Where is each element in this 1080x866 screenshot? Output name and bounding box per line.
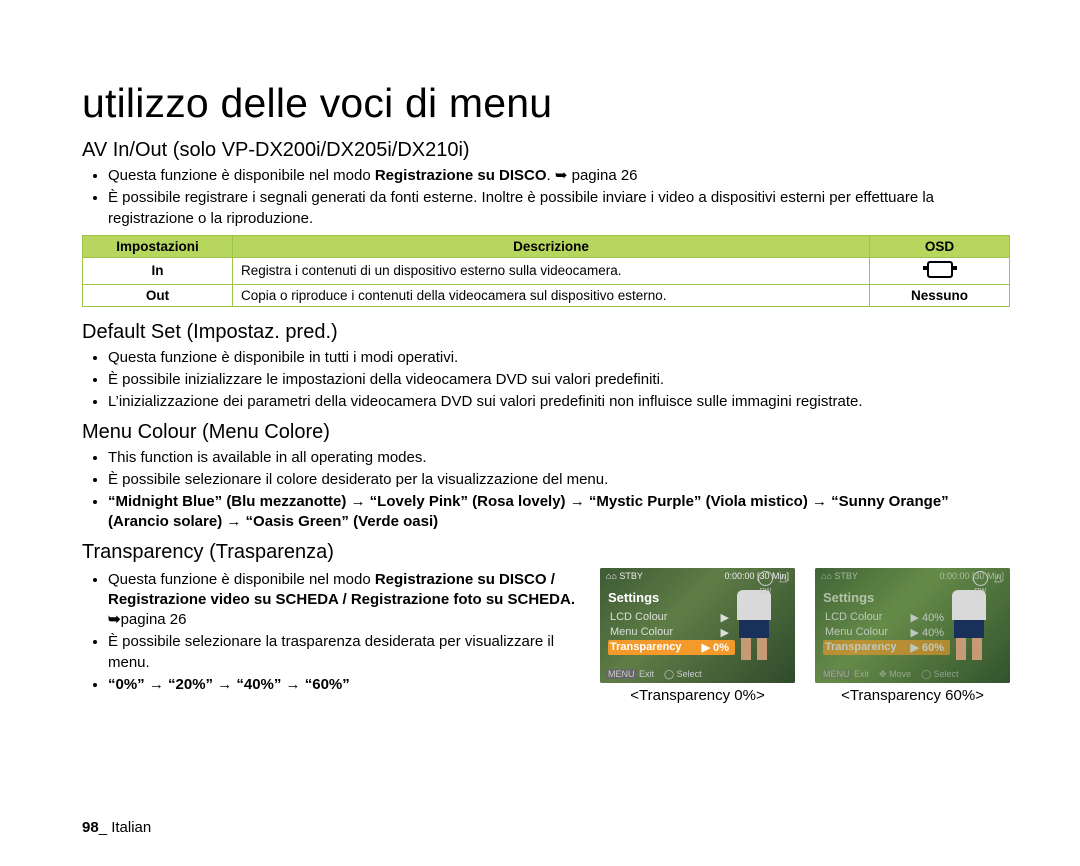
cell-in-desc: Registra i contenuti di un dispositivo e…: [233, 257, 870, 284]
camcorder-icon: ⌂⌂ STBY: [606, 571, 643, 581]
warning-icon: △: [779, 573, 787, 584]
cell-out: Out: [83, 284, 233, 306]
soccer-player-image: [952, 590, 986, 660]
av-bullet-1: Questa funzione è disponibile nel modo R…: [108, 166, 1010, 186]
th-impostazioni: Impostazioni: [83, 235, 233, 257]
select-label: ◯ Select: [921, 669, 959, 680]
section-transparency-heading: Transparency (Trasparenza): [82, 541, 1010, 564]
av-io-icon: [927, 261, 953, 278]
table-row: In Registra i contenuti di un dispositiv…: [83, 257, 1010, 284]
trans-bullet-3: “0%” → “20%” → “40%” → “60%”: [108, 675, 580, 695]
def-bullet-3: L’inizializzazione dei parametri della v…: [108, 392, 1010, 412]
thumb-label-0: <Transparency 0%>: [600, 687, 795, 704]
section-avinout-heading: AV In/Out (solo VP-DX200i/DX205i/DX210i): [82, 139, 1010, 162]
section-menucolour-heading: Menu Colour (Menu Colore): [82, 421, 1010, 444]
page-title: utilizzo delle voci di menu: [82, 80, 1010, 127]
trans-bullet-2: È possibile selezionare la trasparenza d…: [108, 632, 580, 673]
menu-bullet-3: “Midnight Blue” (Blu mezzanotte) → “Love…: [108, 492, 1010, 533]
cell-out-desc: Copia o riproduce i contenuti della vide…: [233, 284, 870, 306]
page-number: 98: [82, 819, 99, 836]
table-row: Out Copia o riproduce i contenuti della …: [83, 284, 1010, 306]
warning-icon: △: [994, 573, 1002, 584]
disc-icon: -RW: [758, 571, 773, 586]
thumbnail-transparency-60: ⌂⌂ STBY 0:00:00 [30 Min] -RW △ Settings …: [815, 568, 1010, 704]
def-bullet-2: È possibile inizializzare le impostazion…: [108, 370, 1010, 390]
trans-bullet-1: Questa funzione è disponibile nel modo R…: [108, 570, 580, 631]
osd-menu: LCD Colour▶ Menu Colour▶ Transparency▶ 0…: [608, 610, 735, 655]
soccer-player-image: [737, 590, 771, 660]
def-bullet-1: Questa funzione è disponibile in tutti i…: [108, 348, 1010, 368]
table-row: Impostazioni Descrizione OSD: [83, 235, 1010, 257]
th-osd: OSD: [870, 235, 1010, 257]
av-table: Impostazioni Descrizione OSD In Registra…: [82, 235, 1010, 307]
page-footer: 98_ Italian: [82, 819, 151, 836]
cell-in: In: [83, 257, 233, 284]
av-bullet-2: È possibile registrare i segnali generat…: [108, 188, 1010, 229]
menu-bullet-1: This function is available in all operat…: [108, 448, 1010, 468]
menu-bullet-2: È possibile selezionare il colore deside…: [108, 470, 1010, 490]
osd-row-selected: Transparency▶ 60%: [823, 640, 950, 655]
page-lang: Italian: [111, 819, 151, 836]
disc-icon: -RW: [973, 571, 988, 586]
osd-title: Settings: [823, 590, 874, 605]
menu-chip: MENU Exit: [606, 669, 654, 680]
menu-chip: MENU Exit: [821, 669, 869, 680]
thumbnail-transparency-0: ⌂⌂ STBY 0:00:00 [30 Min] -RW △ Settings …: [600, 568, 795, 704]
th-descrizione: Descrizione: [233, 235, 870, 257]
camcorder-icon: ⌂⌂ STBY: [821, 571, 858, 581]
move-label: ✥ Move: [879, 669, 911, 680]
cell-in-osd: [870, 257, 1010, 284]
osd-title: Settings: [608, 590, 659, 605]
osd-row-selected: Transparency▶ 0%: [608, 640, 735, 655]
osd-menu: LCD Colour▶ 40% Menu Colour▶ 40% Transpa…: [823, 610, 950, 655]
thumb-label-60: <Transparency 60%>: [815, 687, 1010, 704]
select-label: ◯ Select: [664, 669, 702, 680]
cell-out-osd: Nessuno: [870, 284, 1010, 306]
section-default-heading: Default Set (Impostaz. pred.): [82, 321, 1010, 344]
